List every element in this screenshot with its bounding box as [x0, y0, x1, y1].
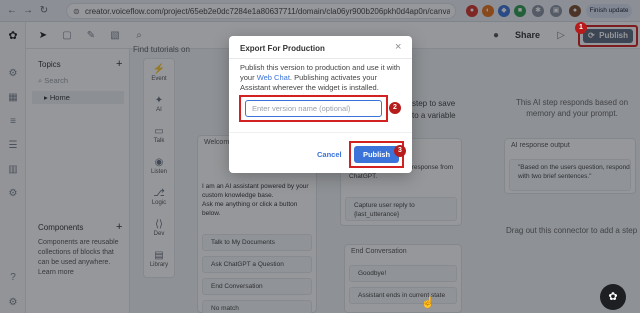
publish-button[interactable]: Publish: [354, 146, 399, 163]
badge-3: 3: [394, 145, 406, 157]
version-input-highlight: [239, 95, 388, 122]
web-chat-link[interactable]: Web Chat: [257, 73, 290, 82]
badge-2: 2: [389, 102, 401, 114]
modal-footer-divider: [229, 132, 412, 133]
badge-1: 1: [575, 22, 587, 34]
voiceflow-chat-fab[interactable]: ✿: [600, 284, 626, 310]
version-name-input[interactable]: [245, 100, 382, 117]
mouse-cursor-icon: ☝: [421, 297, 435, 309]
close-icon[interactable]: ×: [395, 41, 401, 53]
modal-divider: [229, 58, 412, 59]
modal-description: Publish this version to production and u…: [240, 63, 405, 93]
modal-title: Export For Production: [240, 44, 325, 53]
cancel-button[interactable]: Cancel: [317, 150, 342, 159]
export-modal: Export For Production × Publish this ver…: [229, 36, 412, 173]
